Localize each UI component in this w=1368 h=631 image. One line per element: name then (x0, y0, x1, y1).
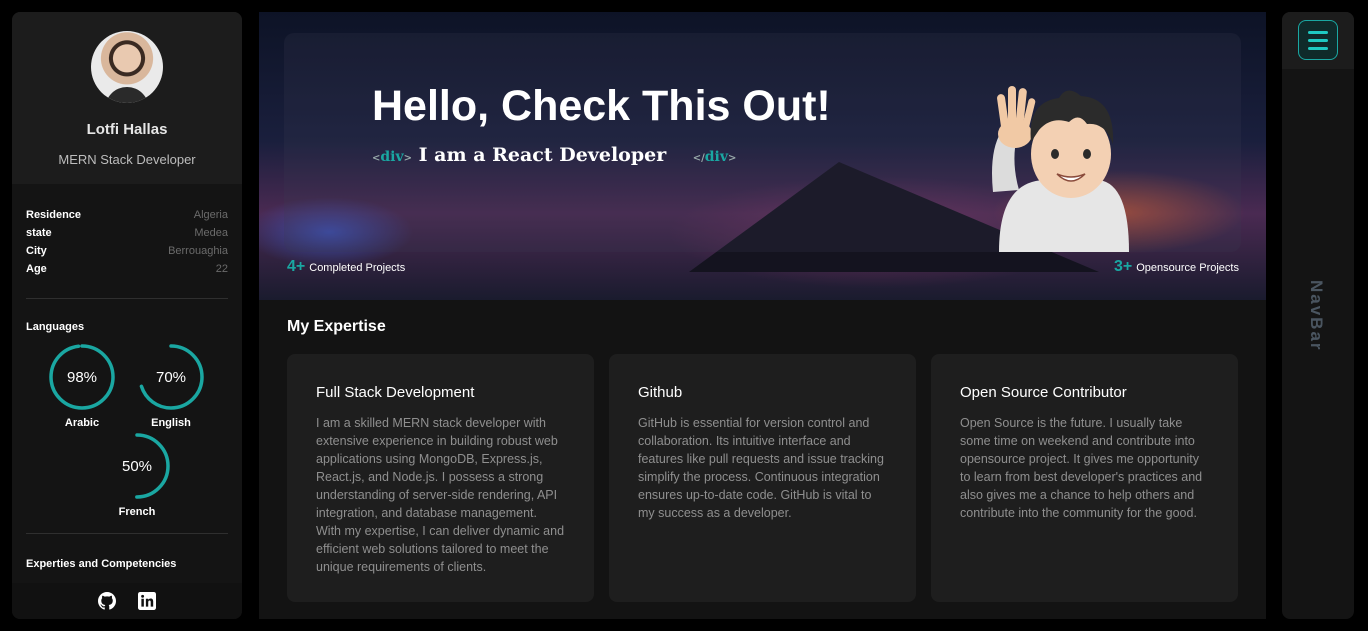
language-percent: 50% (121, 457, 153, 475)
divider (26, 533, 228, 534)
hero-banner: Hello, Check This Out! <div> I am a Reac… (259, 12, 1266, 300)
info-key: City (26, 245, 47, 257)
expertise-cards: Full Stack Development I am a skilled ME… (287, 354, 1238, 602)
languages-rings: 98% Arabic 70% English 50% French (12, 333, 242, 533)
language-label: Arabic (64, 417, 100, 429)
navbar-label: NavBar (1307, 280, 1326, 352)
waving-avatar-icon (992, 86, 1129, 252)
stat-number: 4+ (287, 258, 306, 275)
right-navbar: NavBar (1282, 12, 1354, 619)
info-row-age: Age 22 (26, 260, 228, 278)
stat-completed-projects: 4+ Completed Projects (287, 258, 405, 276)
hero-subtitle: <div> I am a React Developer </div> (372, 144, 736, 166)
expertise-card-github: Github GitHub is essential for version c… (609, 354, 916, 602)
navbar-header (1282, 12, 1354, 69)
info-key: state (26, 227, 52, 239)
expertise-title: My Expertise (287, 318, 386, 335)
info-value: Berrouaghia (168, 245, 228, 257)
card-text: I am a skilled MERN stack developer with… (316, 416, 565, 574)
language-ring-english: 70% English (137, 343, 205, 429)
expertise-section: My Expertise Full Stack Development I am… (259, 300, 1266, 619)
tag-close: </div> (692, 149, 737, 165)
social-links (12, 583, 242, 619)
info-list: Residence Algeria state Medea City Berro… (12, 184, 242, 278)
menu-icon (1308, 30, 1328, 34)
info-key: Age (26, 263, 47, 275)
stat-number: 3+ (1114, 258, 1133, 275)
info-key: Residence (26, 209, 82, 221)
language-label: French (118, 506, 156, 518)
stat-opensource-projects: 3+ Opensource Projects (1114, 258, 1239, 276)
card-title: Full Stack Development (316, 384, 475, 401)
card-text: GitHub is essential for version control … (638, 416, 884, 520)
expertise-card-opensource: Open Source Contributor Open Source is t… (931, 354, 1238, 602)
language-percent: 98% (66, 368, 98, 386)
info-row-state: state Medea (26, 224, 228, 242)
info-value: Algeria (193, 209, 228, 221)
expertise-card-fullstack: Full Stack Development I am a skilled ME… (287, 354, 594, 602)
language-percent: 70% (155, 368, 187, 386)
avatar (91, 31, 163, 103)
card-title: Open Source Contributor (960, 384, 1127, 401)
stat-label: Completed Projects (309, 262, 406, 274)
stat-label: Opensource Projects (1136, 262, 1239, 274)
info-row-residence: Residence Algeria (26, 206, 228, 224)
profile-role: MERN Stack Developer (58, 152, 196, 167)
language-ring-arabic: 98% Arabic (48, 343, 116, 429)
linkedin-icon[interactable] (138, 592, 156, 610)
profile-name: Lotfi Hallas (86, 121, 168, 138)
info-row-city: City Berrouaghia (26, 242, 228, 260)
info-value: Medea (194, 227, 228, 239)
profile-header: Lotfi Hallas MERN Stack Developer (12, 12, 242, 184)
hero-title: Hello, Check This Out! (372, 82, 831, 130)
tag-open: <div> (372, 149, 413, 165)
menu-button[interactable] (1298, 20, 1338, 60)
main-content: Hello, Check This Out! <div> I am a Reac… (259, 12, 1266, 619)
language-label: English (151, 417, 191, 429)
info-value: 22 (215, 263, 228, 275)
card-text: Open Source is the future. I usually tak… (960, 416, 1203, 520)
github-icon[interactable] (98, 592, 116, 610)
languages-title: Languages (26, 321, 85, 333)
card-title: Github (638, 384, 683, 401)
language-ring-french: 50% French (103, 432, 171, 518)
competencies-title: Experties and Competencies (26, 558, 177, 570)
divider (26, 298, 228, 299)
hero-subtitle-text: I am a React Developer (418, 144, 667, 166)
profile-sidebar: Lotfi Hallas MERN Stack Developer Reside… (12, 12, 242, 619)
